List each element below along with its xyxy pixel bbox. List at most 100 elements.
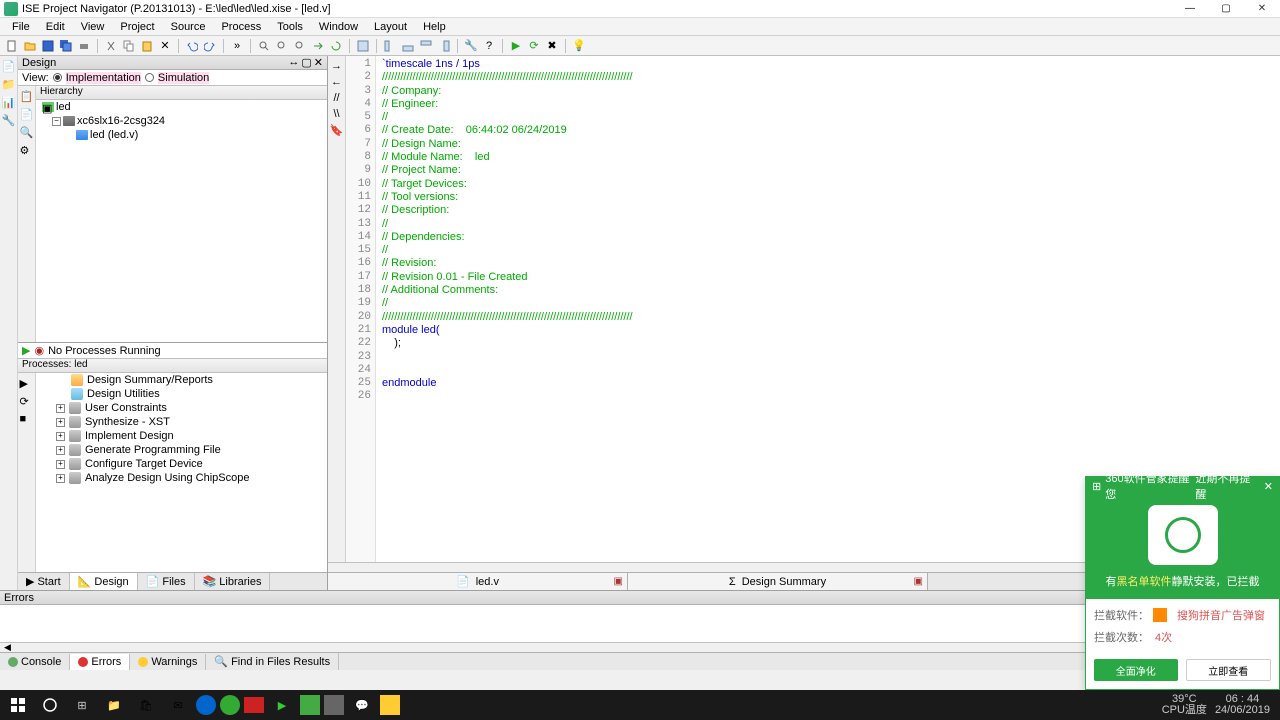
print-icon[interactable] (76, 38, 92, 54)
sim-label[interactable]: Simulation (158, 72, 209, 84)
play-icon[interactable]: ▶ (22, 344, 30, 357)
nav-back-icon[interactable]: » (229, 38, 245, 54)
popup-dismiss[interactable]: 近期不再提醒 (1195, 470, 1257, 502)
impl-label[interactable]: Implementation (66, 72, 141, 84)
maximize-button[interactable]: ▢ (1212, 1, 1240, 17)
menu-view[interactable]: View (75, 19, 111, 35)
expander-icon[interactable]: + (56, 418, 65, 427)
redo-icon[interactable] (202, 38, 218, 54)
wrench-icon[interactable]: 🔧 (463, 38, 479, 54)
edtool-outdent-icon[interactable]: ← (331, 76, 342, 88)
find-files-icon[interactable] (292, 38, 308, 54)
stop-proc-icon[interactable]: ◉ (34, 344, 44, 357)
tab-close-icon[interactable]: ▣ (614, 576, 623, 587)
process-item[interactable]: Design Utilities (36, 387, 327, 401)
rerun-icon[interactable]: ⟳ (526, 38, 542, 54)
copy-icon[interactable] (121, 38, 137, 54)
radio-simulation[interactable] (145, 73, 154, 82)
delete-icon[interactable]: ✕ (157, 38, 173, 54)
store-icon[interactable]: 🛍 (132, 693, 160, 717)
start-button[interactable] (4, 693, 32, 717)
left-tab-design[interactable]: 📐Design (70, 573, 138, 590)
app2-icon[interactable] (220, 695, 240, 715)
clock-widget[interactable]: 06 : 44 24/06/2019 (1215, 694, 1270, 716)
expander-icon[interactable]: + (56, 404, 65, 413)
menu-tools[interactable]: Tools (271, 19, 309, 35)
edtool-indent-icon[interactable]: → (331, 60, 342, 72)
bottom-tab-warnings[interactable]: Warnings (130, 654, 206, 670)
edtool-uncomment-icon[interactable]: \\ (333, 108, 339, 120)
left-tab-libraries[interactable]: 📚Libraries (195, 573, 271, 590)
process-item[interactable]: +Synthesize - XST (36, 415, 327, 429)
new-icon[interactable] (4, 38, 20, 54)
editor-tab-ledv[interactable]: 📄 led.v ▣ (328, 573, 628, 590)
bottom-tab-find-in-files-results[interactable]: 🔍Find in Files Results (206, 653, 339, 670)
find-icon[interactable] (256, 38, 272, 54)
process-item[interactable]: Design Summary/Reports (36, 373, 327, 387)
popup-view-button[interactable]: 立即查看 (1186, 659, 1272, 681)
open-icon[interactable] (22, 38, 38, 54)
process-item[interactable]: +Analyze Design Using ChipScope (36, 471, 327, 485)
bottom-tab-console[interactable]: Console (0, 654, 70, 670)
ise-icon[interactable] (380, 695, 400, 715)
htool-1-icon[interactable]: 📋 (20, 90, 34, 104)
panel-pin-icon[interactable]: ▢ (301, 56, 311, 69)
ptool-2-icon[interactable]: ⟳ (20, 395, 34, 409)
process-item[interactable]: +Implement Design (36, 429, 327, 443)
find-next-icon[interactable] (274, 38, 290, 54)
save-icon[interactable] (40, 38, 56, 54)
vtool-3-icon[interactable]: 📊 (2, 96, 16, 110)
goto-icon[interactable] (310, 38, 326, 54)
left-tab-files[interactable]: 📄Files (138, 573, 195, 590)
popup-clean-button[interactable]: 全面净化 (1094, 659, 1178, 681)
taskview-icon[interactable]: ⊞ (68, 693, 96, 717)
edtool-bookmark-icon[interactable]: 🔖 (330, 124, 344, 137)
process-item[interactable]: +User Constraints (36, 401, 327, 415)
left-tab-start[interactable]: ▶Start (18, 573, 70, 590)
htool-2-icon[interactable]: 📄 (20, 108, 34, 122)
temp-widget[interactable]: 39°C CPU温度 (1162, 694, 1207, 716)
layout4-icon[interactable] (418, 38, 434, 54)
expander-icon[interactable]: − (52, 117, 61, 126)
tree-device[interactable]: − xc6slx16-2csg324 (36, 114, 327, 128)
refresh-icon[interactable] (328, 38, 344, 54)
menu-source[interactable]: Source (165, 19, 212, 35)
ptool-3-icon[interactable]: ■ (20, 413, 34, 427)
menu-window[interactable]: Window (313, 19, 364, 35)
vtool-2-icon[interactable]: 📁 (2, 78, 16, 92)
expander-icon[interactable]: + (56, 460, 65, 469)
expander-icon[interactable]: + (56, 446, 65, 455)
saveall-icon[interactable] (58, 38, 74, 54)
app1-icon[interactable] (196, 695, 216, 715)
htool-3-icon[interactable]: 🔍 (20, 126, 34, 140)
app4-icon[interactable]: ▶ (268, 693, 296, 717)
layout2-icon[interactable] (382, 38, 398, 54)
edtool-comment-icon[interactable]: // (333, 92, 339, 104)
vtool-4-icon[interactable]: 🔧 (2, 114, 16, 128)
wechat-icon[interactable]: 💬 (348, 693, 376, 717)
menu-process[interactable]: Process (215, 19, 267, 35)
undo-icon[interactable] (184, 38, 200, 54)
system-tray[interactable]: 39°C CPU温度 06 : 44 24/06/2019 (1162, 694, 1276, 716)
layout5-icon[interactable] (436, 38, 452, 54)
menu-project[interactable]: Project (114, 19, 160, 35)
htool-4-icon[interactable]: ⚙ (20, 144, 34, 158)
editor-tab-summary[interactable]: Σ Design Summary ▣ (628, 573, 928, 590)
tree-root[interactable]: ▣ led (36, 100, 327, 114)
close-button[interactable]: ✕ (1248, 1, 1276, 17)
menu-layout[interactable]: Layout (368, 19, 413, 35)
explorer-icon[interactable]: 📁 (100, 693, 128, 717)
process-item[interactable]: +Generate Programming File (36, 443, 327, 457)
vtool-1-icon[interactable]: 📄 (2, 60, 16, 74)
popup-close-icon[interactable]: ✕ (1264, 480, 1273, 493)
cortana-icon[interactable] (36, 693, 64, 717)
expander-icon[interactable]: + (56, 432, 65, 441)
tab-close-icon[interactable]: ▣ (914, 576, 923, 587)
expander-icon[interactable]: + (56, 474, 65, 483)
lightbulb-icon[interactable]: 💡 (571, 38, 587, 54)
app6-icon[interactable] (324, 695, 344, 715)
ptool-1-icon[interactable]: ▶ (20, 377, 34, 391)
app3-icon[interactable] (244, 697, 264, 713)
cut-icon[interactable] (103, 38, 119, 54)
paste-icon[interactable] (139, 38, 155, 54)
